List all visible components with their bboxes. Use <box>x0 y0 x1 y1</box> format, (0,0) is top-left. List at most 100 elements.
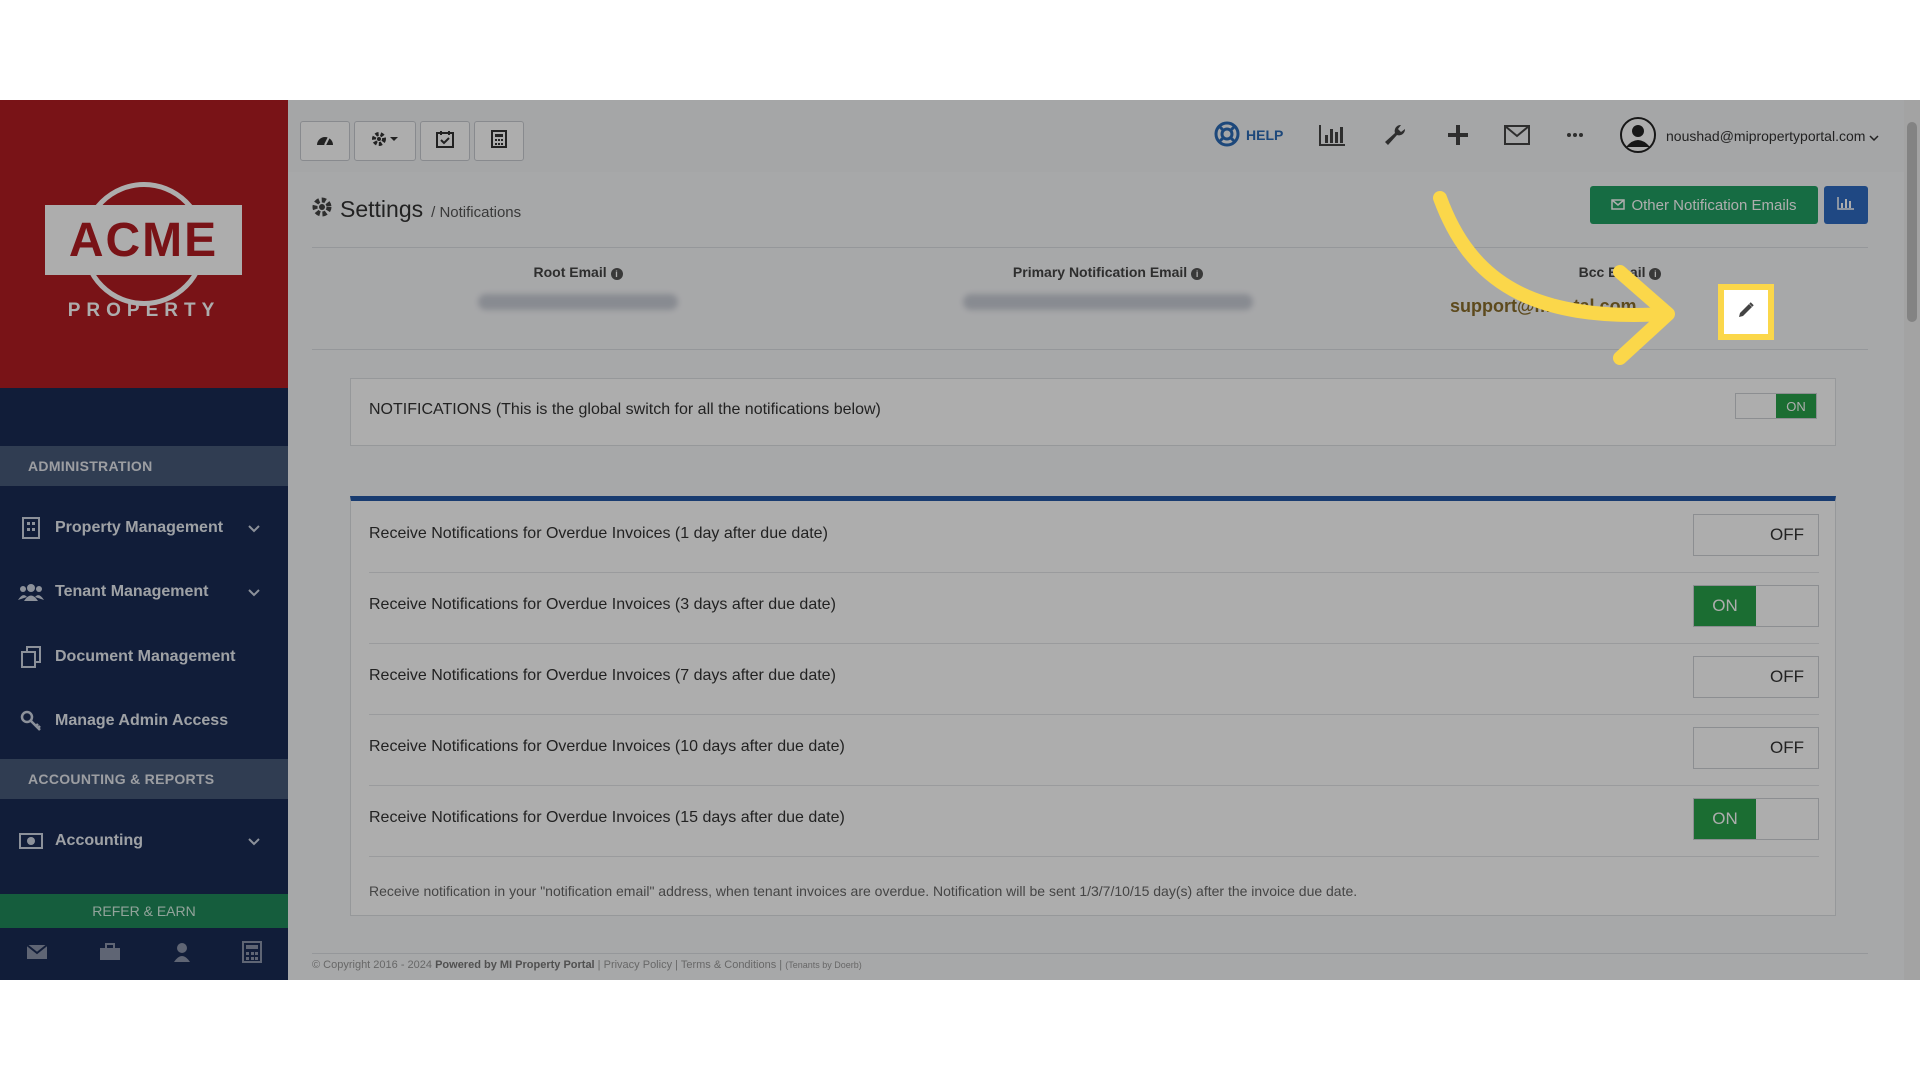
logo[interactable]: ACME PROPERTY <box>0 100 288 388</box>
key-icon <box>18 710 44 732</box>
plus-icon[interactable] <box>1443 120 1473 150</box>
notification-label: Receive Notifications for Overdue Invoic… <box>369 738 845 755</box>
notification-row-1-day: Receive Notifications for Overdue Invoic… <box>369 501 1819 573</box>
mail-icon[interactable] <box>26 943 48 965</box>
notification-toggle[interactable]: OFF <box>1693 727 1819 769</box>
divider <box>312 953 1868 954</box>
sidebar-item-tenant-management[interactable]: Tenant Management <box>0 562 288 622</box>
sidebar-item-manage-admin-access[interactable]: Manage Admin Access <box>0 691 288 751</box>
global-toggle[interactable]: ON <box>1735 393 1817 419</box>
user-icon[interactable] <box>173 942 191 967</box>
bcc-email-value: support@mi…tal.com <box>1450 296 1637 316</box>
dashboard-button[interactable] <box>300 121 350 161</box>
edit-bcc-email-button[interactable] <box>1718 284 1774 340</box>
primary-email-value-redacted <box>963 294 1253 310</box>
scroll-thumb[interactable] <box>1907 122 1917 322</box>
notification-toggle[interactable]: OFF <box>1693 656 1819 698</box>
calendar-check-icon <box>436 130 454 153</box>
lifebuoy-icon <box>1214 121 1240 150</box>
user-email: noushad@mipropertyportal.com <box>1666 128 1866 144</box>
root-email-label: Root Email i <box>458 264 698 280</box>
notification-label: Receive Notifications for Overdue Invoic… <box>369 809 845 826</box>
wrench-icon[interactable] <box>1380 120 1410 150</box>
more-icon[interactable] <box>1560 120 1590 150</box>
refer-earn-button[interactable]: REFER & EARN <box>0 894 288 928</box>
toggle-off-half <box>1736 394 1776 418</box>
notification-row-7-days: Receive Notifications for Overdue Invoic… <box>369 643 1819 715</box>
info-icon: i <box>610 268 623 280</box>
sidebar-item-label: Manage Admin Access <box>55 712 229 729</box>
primary-notification-email: Primary Notification Email i <box>958 264 1258 310</box>
toggle-state: OFF <box>1770 738 1804 757</box>
primary-email-label: Primary Notification Email i <box>958 264 1258 280</box>
terms-link[interactable]: Terms & Conditions <box>681 959 776 971</box>
sidebar-item-document-management[interactable]: Document Management <box>0 627 288 687</box>
chevron-down-icon <box>248 584 260 602</box>
sidebar-item-property-management[interactable]: Property Management <box>0 498 288 558</box>
button-label: Other Notification Emails <box>1631 196 1797 214</box>
app-window: ACME PROPERTY ADMINISTRATION Property Ma… <box>0 100 1920 980</box>
bar-chart-icon <box>1837 196 1855 215</box>
notifications-panel: Receive Notifications for Overdue Invoic… <box>350 496 1836 916</box>
sidebar-item-accounting[interactable]: Accounting <box>0 811 288 871</box>
envelope-icon[interactable] <box>1502 120 1532 150</box>
toggle-state: OFF <box>1770 525 1804 544</box>
powered-by-link[interactable]: Powered by MI Property Portal <box>435 959 595 971</box>
documents-icon <box>18 646 44 668</box>
sidebar-item-label: Accounting <box>55 832 143 849</box>
toggle-on-label: ON <box>1776 394 1816 418</box>
help-label: HELP <box>1246 127 1284 143</box>
calendar-button[interactable] <box>420 121 470 161</box>
calculator-button[interactable] <box>474 121 524 161</box>
privacy-link[interactable]: Privacy Policy <box>604 959 672 971</box>
toggle-blank <box>1694 657 1756 697</box>
toggle-state: ON <box>1694 586 1756 626</box>
logo-subtext: PROPERTY <box>67 300 221 321</box>
toggle-blank <box>1694 515 1756 555</box>
avatar <box>1620 116 1656 156</box>
briefcase-icon[interactable] <box>99 942 121 966</box>
footer-note: (Tenants by Doerb) <box>785 960 862 970</box>
sidebar-item-label: Property Management <box>55 519 224 536</box>
notification-row-10-days: Receive Notifications for Overdue Invoic… <box>369 714 1819 786</box>
users-icon <box>18 582 44 602</box>
user-menu[interactable]: noushad@mipropertyportal.com <box>1620 116 1879 156</box>
money-icon <box>18 833 44 849</box>
section-accounting-reports: ACCOUNTING & REPORTS <box>0 759 288 799</box>
other-notification-emails-button[interactable]: Other Notification Emails <box>1590 186 1818 224</box>
info-icon: i <box>1649 268 1662 280</box>
breadcrumb[interactable]: / Notifications <box>431 204 521 221</box>
scrollbar[interactable] <box>1904 100 1920 980</box>
page-header: Settings / Notifications <box>312 196 521 223</box>
toggle-blank <box>1694 728 1756 768</box>
help-note: Receive notification in your "notificati… <box>369 883 1358 899</box>
notification-toggle[interactable]: ON <box>1693 798 1819 840</box>
logo-text: ACME <box>45 205 242 275</box>
notification-label: Receive Notifications for Overdue Invoic… <box>369 667 836 684</box>
calculator-icon[interactable] <box>242 940 263 968</box>
notification-toggle[interactable]: OFF <box>1693 514 1819 556</box>
root-email: Root Email i <box>458 264 698 310</box>
bar-chart-icon[interactable] <box>1317 120 1347 150</box>
gear-icon <box>312 197 332 222</box>
bcc-email: Bcc Email i <box>1550 264 1690 280</box>
chevron-down-icon <box>248 833 260 851</box>
sidebar-bottom-bar <box>0 928 288 980</box>
copyright: © Copyright 2016 - 2024 <box>312 959 433 971</box>
settings-dropdown-button[interactable] <box>354 121 416 161</box>
toggle-blank <box>1756 799 1818 839</box>
global-notification-switch: NOTIFICATIONS (This is the global switch… <box>350 378 1836 446</box>
global-switch-label: NOTIFICATIONS (This is the global switch… <box>369 401 881 418</box>
stats-button[interactable] <box>1824 186 1868 224</box>
root-email-value-redacted <box>478 294 678 310</box>
pencil-icon <box>1737 301 1755 324</box>
info-icon: i <box>1191 268 1204 280</box>
sidebar-item-label: Document Management <box>55 648 236 665</box>
dashboard-icon <box>315 131 335 152</box>
help-button[interactable]: HELP <box>1214 120 1283 150</box>
notification-label: Receive Notifications for Overdue Invoic… <box>369 525 828 542</box>
chevron-down-icon <box>1869 128 1879 144</box>
section-administration: ADMINISTRATION <box>0 446 288 486</box>
gear-dropdown-icon <box>370 130 400 153</box>
notification-toggle[interactable]: ON <box>1693 585 1819 627</box>
